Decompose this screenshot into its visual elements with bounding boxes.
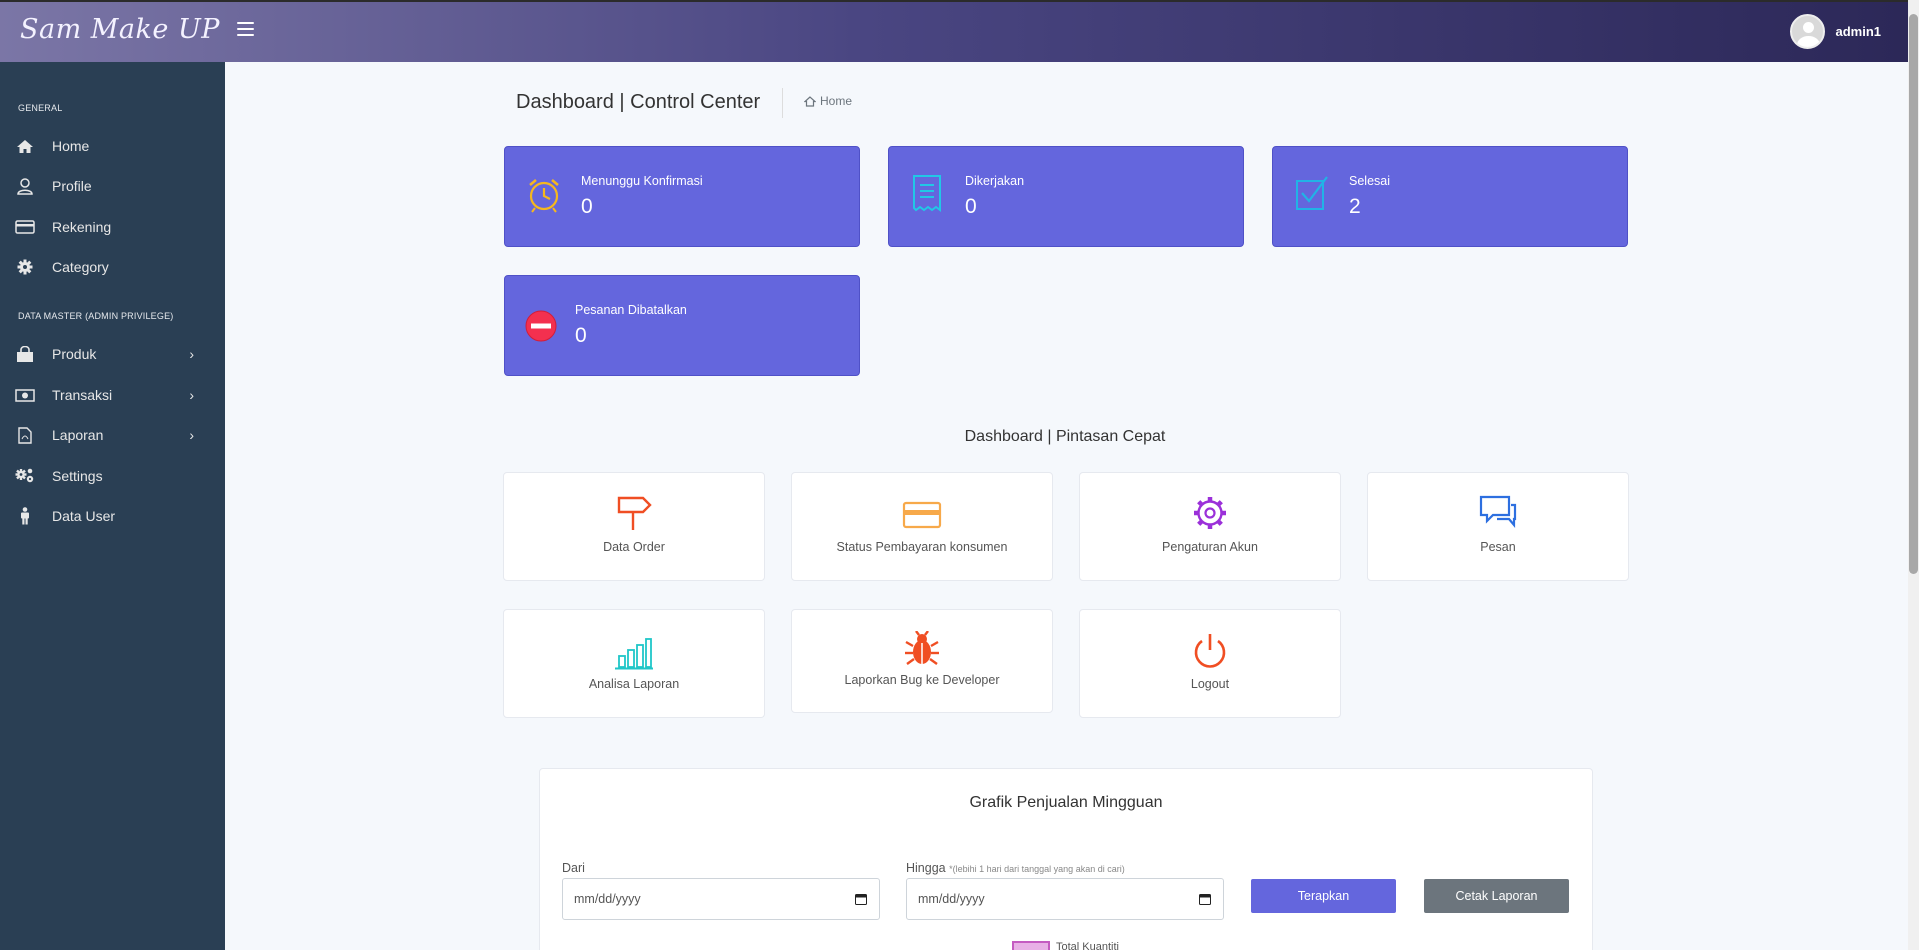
sidebar-item-category[interactable]: Category — [0, 247, 225, 287]
sidebar-item-label: Profile — [52, 178, 92, 194]
gear-icon — [15, 259, 35, 275]
sidebar-item-profile[interactable]: Profile — [0, 166, 225, 206]
money-icon — [15, 388, 35, 402]
to-hint: *(lebihi 1 hari dari tanggal yang akan d… — [949, 864, 1125, 874]
username[interactable]: admin1 — [1835, 24, 1881, 39]
shortcut-status-pembayaran[interactable]: Status Pembayaran konsumen — [791, 472, 1053, 581]
to-label: Hingga *(lebihi 1 hari dari tanggal yang… — [906, 861, 1125, 875]
sidebar-item-produk[interactable]: Produk › — [0, 334, 225, 374]
apply-button[interactable]: Terapkan — [1251, 879, 1396, 913]
from-date-input[interactable]: mm/dd/yyyy — [562, 878, 880, 920]
sidebar-item-rekening[interactable]: Rekening — [0, 207, 225, 247]
sidebar-item-label: Rekening — [52, 219, 112, 235]
stat-label: Selesai — [1349, 174, 1390, 188]
chevron-right-icon: › — [189, 346, 194, 362]
shortcut-label: Pengaturan Akun — [1162, 540, 1258, 554]
from-label: Dari — [562, 861, 585, 875]
stat-dikerjakan[interactable]: Dikerjakan 0 — [888, 146, 1244, 247]
signpost-icon — [504, 495, 764, 531]
cancel-icon — [525, 310, 557, 347]
home-icon — [804, 95, 816, 107]
scrollbar-thumb[interactable] — [1909, 14, 1918, 574]
sidebar-section-data-master: DATA MASTER (ADMIN PRIVILEGE) — [18, 311, 174, 321]
user-icon — [15, 177, 35, 195]
shortcut-label: Analisa Laporan — [588, 677, 680, 691]
shortcut-analisa-laporan[interactable]: Analisa Laporan — [503, 609, 765, 718]
power-icon — [1080, 632, 1340, 670]
credit-card-icon — [15, 220, 35, 234]
stat-selesai[interactable]: Selesai 2 — [1272, 146, 1628, 247]
sidebar-item-transaksi[interactable]: Transaksi › — [0, 375, 225, 415]
sidebar-item-label: Category — [52, 259, 109, 275]
to-date-input[interactable]: mm/dd/yyyy — [906, 878, 1224, 920]
shopping-bag-icon — [15, 345, 35, 363]
receipt-icon — [911, 174, 943, 219]
bug-icon — [792, 631, 1052, 667]
stat-menunggu-konfirmasi[interactable]: Menunggu Konfirmasi 0 — [504, 146, 860, 247]
credit-card-icon — [792, 501, 1052, 529]
title-divider — [782, 88, 783, 118]
shortcut-pesan[interactable]: Pesan — [1367, 472, 1629, 581]
shortcut-label: Logout — [1190, 677, 1230, 691]
top-navbar: Sam Make UP admin1 — [0, 0, 1908, 62]
stat-label: Pesanan Dibatalkan — [575, 303, 687, 317]
to-date-placeholder: mm/dd/yyyy — [918, 892, 985, 906]
calendar-icon[interactable] — [1199, 893, 1211, 908]
stat-value: 0 — [581, 195, 593, 218]
stat-value: 0 — [575, 324, 587, 347]
person-icon — [15, 507, 35, 525]
legend-swatch — [1012, 941, 1050, 950]
sidebar: GENERAL Home Profile Rekening Category D… — [0, 62, 225, 950]
sidebar-item-home[interactable]: Home — [0, 126, 225, 166]
sidebar-item-label: Transaksi — [52, 387, 113, 403]
sidebar-item-label: Settings — [52, 468, 103, 484]
sales-chart-title: Grafik Penjualan Mingguan — [969, 794, 1163, 811]
sidebar-item-label: Produk — [52, 346, 97, 362]
page-title: Dashboard | Control Center — [516, 91, 761, 113]
chat-icon — [1368, 495, 1628, 531]
bar-chart-icon — [504, 636, 764, 670]
shortcut-label: Pesan — [1480, 540, 1516, 554]
from-date-placeholder: mm/dd/yyyy — [574, 892, 641, 906]
stat-pesanan-dibatalkan[interactable]: Pesanan Dibatalkan 0 — [504, 275, 860, 376]
breadcrumb-home[interactable]: Home — [820, 94, 852, 108]
print-report-button[interactable]: Cetak Laporan — [1424, 879, 1569, 913]
shortcuts-title: Dashboard | Pintasan Cepat — [964, 428, 1166, 445]
alarm-clock-icon — [527, 177, 561, 218]
brand-logo[interactable]: Sam Make UP — [20, 14, 220, 45]
stat-label: Dikerjakan — [965, 174, 1025, 188]
sales-chart-panel: Grafik Penjualan Mingguan Dari mm/dd/yyy… — [539, 768, 1593, 950]
avatar[interactable] — [1790, 14, 1826, 49]
checkbox-icon — [1295, 175, 1329, 216]
stat-value: 0 — [965, 195, 977, 218]
shortcut-label: Data Order — [603, 540, 665, 554]
gear-icon — [1080, 495, 1340, 531]
shortcut-laporkan-bug[interactable]: Laporkan Bug ke Developer — [791, 609, 1053, 713]
shortcut-logout[interactable]: Logout — [1079, 609, 1341, 718]
sidebar-item-settings[interactable]: Settings — [0, 456, 225, 496]
chevron-right-icon: › — [189, 387, 194, 403]
sidebar-item-label: Data User — [52, 508, 116, 524]
sidebar-section-general: GENERAL — [18, 103, 63, 113]
shortcut-label: Status Pembayaran konsumen — [836, 540, 1008, 554]
sidebar-item-data-user[interactable]: Data User — [0, 496, 225, 536]
shortcut-label: Laporkan Bug ke Developer — [844, 673, 1000, 687]
legend-label: Total Kuantiti — [1056, 941, 1119, 950]
gears-icon — [15, 468, 35, 484]
calendar-icon[interactable] — [855, 893, 867, 908]
user-menu[interactable]: admin1 — [1790, 14, 1881, 49]
shortcut-data-order[interactable]: Data Order — [503, 472, 765, 581]
breadcrumb[interactable]: Home — [804, 94, 852, 108]
menu-toggle-icon[interactable] — [237, 22, 254, 36]
stat-value: 2 — [1349, 195, 1361, 218]
home-icon — [15, 139, 35, 154]
stat-label: Menunggu Konfirmasi — [581, 174, 703, 188]
shortcut-pengaturan-akun[interactable]: Pengaturan Akun — [1079, 472, 1341, 581]
sidebar-item-label: Home — [52, 138, 90, 154]
